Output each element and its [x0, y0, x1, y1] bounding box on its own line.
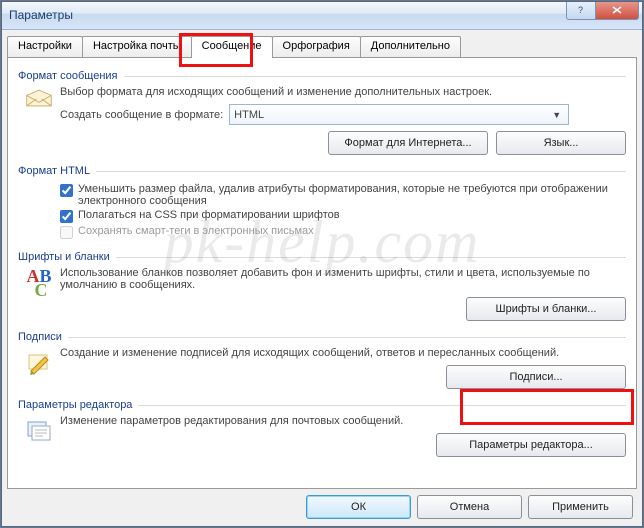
group-html-format: Формат HTML Уменьшить размер файла, удал…: [18, 165, 626, 241]
group-title: Параметры редактора: [18, 399, 132, 411]
dialog-window: Параметры ? Настройки Настройка почты Со…: [0, 0, 644, 528]
fonts-desc: Использование бланков позволяет добавить…: [60, 267, 626, 291]
close-button[interactable]: [595, 1, 639, 20]
group-editor: Параметры редактора Изменение параметров…: [18, 399, 626, 457]
editor-options-button[interactable]: Параметры редактора...: [436, 433, 626, 457]
help-button[interactable]: ?: [566, 1, 596, 20]
window-buttons: ?: [567, 1, 639, 20]
signature-icon: [18, 347, 60, 389]
dialog-footer: ОК Отмена Применить: [306, 495, 633, 519]
format-desc: Выбор формата для исходящих сообщений и …: [60, 86, 626, 98]
tab-message[interactable]: Сообщение: [191, 36, 273, 58]
group-title: Формат сообщения: [18, 70, 118, 82]
editor-icon: [18, 415, 60, 457]
svg-text:?: ?: [578, 5, 583, 15]
checkbox-css-fonts[interactable]: Полагаться на CSS при форматировании шри…: [60, 209, 626, 223]
apply-button[interactable]: Применить: [528, 495, 633, 519]
tab-spelling[interactable]: Орфография: [272, 36, 361, 58]
format-dropdown[interactable]: HTML ▼: [229, 104, 569, 125]
dropdown-value: HTML: [234, 109, 264, 121]
checkbox-input[interactable]: [60, 210, 73, 223]
language-button[interactable]: Язык...: [496, 131, 626, 155]
ok-button[interactable]: ОК: [306, 495, 411, 519]
cancel-button[interactable]: Отмена: [417, 495, 522, 519]
editor-desc: Изменение параметров редактирования для …: [60, 415, 626, 427]
group-message-format: Формат сообщения Выбор формата для исход…: [18, 70, 626, 155]
tabstrip: Настройки Настройка почты Сообщение Орфо…: [7, 35, 637, 57]
tab-advanced[interactable]: Дополнительно: [360, 36, 461, 58]
signatures-button[interactable]: Подписи...: [446, 365, 626, 389]
checkbox-smart-tags: Сохранять смарт-теги в электронных письм…: [60, 225, 626, 239]
fonts-button[interactable]: Шрифты и бланки...: [466, 297, 626, 321]
internet-format-button[interactable]: Формат для Интернета...: [328, 131, 488, 155]
group-fonts: Шрифты и бланки ABC Использование бланко…: [18, 251, 626, 321]
group-signatures: Подписи Создание и изменение подписей дл…: [18, 331, 626, 389]
tab-settings[interactable]: Настройки: [7, 36, 83, 58]
checkbox-reduce-size[interactable]: Уменьшить размер файла, удалив атрибуты …: [60, 183, 626, 207]
checkbox-input: [60, 226, 73, 239]
envelope-icon: [18, 86, 60, 155]
group-title: Шрифты и бланки: [18, 251, 110, 263]
sig-desc: Создание и изменение подписей для исходя…: [60, 347, 626, 359]
format-row-label: Создать сообщение в формате:: [60, 109, 223, 121]
titlebar: Параметры ?: [1, 1, 643, 30]
client-area: Настройки Настройка почты Сообщение Орфо…: [7, 35, 637, 489]
group-title: Формат HTML: [18, 165, 90, 177]
abc-icon: ABC: [18, 267, 60, 321]
tab-content: pk-help.com Формат сообщения Выбор фо: [7, 57, 637, 489]
checkbox-input[interactable]: [60, 184, 73, 197]
tab-mail-setup[interactable]: Настройка почты: [82, 36, 192, 58]
chevron-down-icon: ▼: [549, 110, 564, 120]
window-title: Параметры: [9, 8, 73, 22]
group-title: Подписи: [18, 331, 62, 343]
